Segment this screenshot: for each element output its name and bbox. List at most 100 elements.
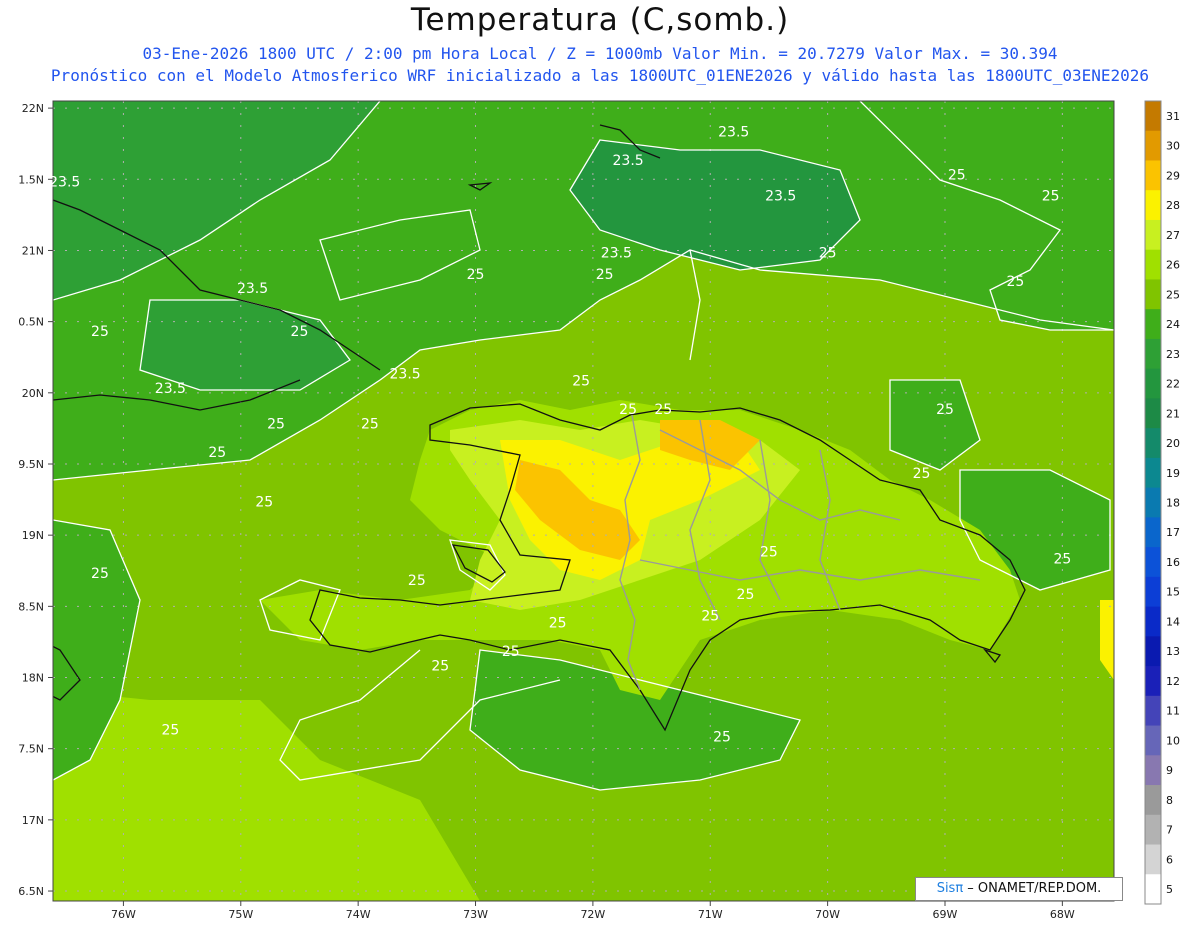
contour-label: 25 bbox=[291, 324, 309, 340]
colorbar-swatch bbox=[1145, 636, 1161, 667]
contour-label: 25 bbox=[255, 495, 273, 511]
colorbar-label: 6 bbox=[1166, 853, 1173, 866]
colorbar-swatch bbox=[1145, 249, 1161, 280]
contour-label: 25 bbox=[572, 374, 590, 390]
colorbar-swatch bbox=[1145, 487, 1161, 518]
contour-label: 23.5 bbox=[390, 367, 421, 383]
contour-label: 25 bbox=[596, 267, 614, 283]
lon-tick-label: 69W bbox=[933, 908, 958, 921]
colorbar-swatch bbox=[1145, 428, 1161, 459]
colorbar-swatch bbox=[1145, 695, 1161, 727]
contour-label: 25 bbox=[91, 324, 109, 340]
colorbar-swatch bbox=[1145, 755, 1161, 786]
contour-label: 25 bbox=[361, 416, 379, 432]
lat-tick-label: 6.5N bbox=[18, 885, 44, 898]
colorbar-label: 16 bbox=[1166, 556, 1180, 569]
colorbar-label: 29 bbox=[1166, 169, 1180, 182]
contour-label: 25 bbox=[208, 445, 226, 461]
colorbar-swatch bbox=[1145, 130, 1161, 161]
contour-label: 23.5 bbox=[601, 246, 632, 262]
colorbar-label: 9 bbox=[1166, 764, 1173, 777]
contour-label: 23.5 bbox=[718, 125, 749, 141]
colorbar-swatch bbox=[1145, 606, 1161, 637]
lat-tick-label: 7.5N bbox=[18, 743, 44, 756]
contour-label: 23.5 bbox=[765, 189, 796, 205]
contour-label: 25 bbox=[1042, 189, 1060, 205]
contour-label: 25 bbox=[701, 609, 719, 625]
lat-tick-label: 18N bbox=[22, 672, 44, 685]
colorbar-swatch bbox=[1145, 814, 1161, 846]
contour-label: 25 bbox=[91, 566, 109, 582]
credit-badge: Sisπ – ONAMET/REP.DOM. bbox=[915, 877, 1123, 901]
contour-label: 25 bbox=[267, 416, 285, 432]
colorbar-label: 10 bbox=[1166, 734, 1180, 747]
contour-label: 25 bbox=[549, 616, 567, 632]
lat-tick-label: 19N bbox=[22, 529, 44, 542]
colorbar-swatch bbox=[1145, 279, 1161, 310]
lat-tick-label: 17N bbox=[22, 814, 44, 827]
colorbar-label: 28 bbox=[1166, 199, 1180, 212]
lon-tick-label: 71W bbox=[698, 908, 723, 921]
contour-label: 25 bbox=[502, 644, 520, 660]
colorbar-label: 24 bbox=[1166, 318, 1180, 331]
lat-tick-label: 8.5N bbox=[18, 600, 44, 613]
colorbar-swatch bbox=[1145, 368, 1161, 399]
colorbar-swatch bbox=[1145, 725, 1161, 756]
lat-tick-label: 22N bbox=[22, 102, 44, 115]
lon-tick-label: 68W bbox=[1050, 908, 1075, 921]
contour-label: 25 bbox=[760, 545, 778, 561]
contour-label: 23.5 bbox=[155, 381, 186, 397]
colorbar-label: 22 bbox=[1166, 378, 1180, 391]
lon-tick-label: 73W bbox=[463, 908, 488, 921]
sispi-logo-text: Sisπ bbox=[936, 881, 964, 896]
contour-label: 25 bbox=[619, 402, 637, 418]
colorbar-swatch bbox=[1145, 844, 1161, 875]
colorbar-label: 15 bbox=[1166, 586, 1180, 599]
colorbar-label: 23 bbox=[1166, 348, 1180, 361]
colorbar-label: 30 bbox=[1166, 140, 1180, 153]
contour-label: 25 bbox=[654, 402, 672, 418]
temperature-field bbox=[53, 101, 1114, 901]
lat-tick-label: 0.5N bbox=[18, 316, 44, 329]
colorbar-swatch bbox=[1145, 219, 1161, 251]
colorbar-label: 12 bbox=[1166, 675, 1180, 688]
colorbar-label: 7 bbox=[1166, 824, 1173, 837]
lon-tick-label: 76W bbox=[111, 908, 136, 921]
contour-label: 25 bbox=[431, 658, 449, 674]
contour-label: 25 bbox=[1053, 552, 1071, 568]
colorbar-swatch bbox=[1145, 160, 1161, 191]
contour-label: 25 bbox=[819, 246, 837, 262]
lat-tick-label: 20N bbox=[22, 387, 44, 400]
colorbar-label: 14 bbox=[1166, 615, 1180, 628]
lat-tick-label: 1.5N bbox=[18, 173, 44, 186]
colorbar: 31 30 29 28 27 26 25 24 23 22 21 20 19 18 17 16 15 14 13 12… bbox=[1144, 100, 1180, 905]
colorbar-label: 25 bbox=[1166, 288, 1180, 301]
temperature-map: 22N 1.5N 21N 0.5N 20N 9.5N 19N 8.5N 18N 7.5N 17N 6.… bbox=[18, 100, 1180, 921]
colorbar-label: 11 bbox=[1166, 705, 1180, 718]
contour-label: 23.5 bbox=[613, 153, 644, 169]
lon-tick-label: 75W bbox=[228, 908, 253, 921]
credit-text: – ONAMET/REP.DOM. bbox=[963, 881, 1102, 896]
colorbar-swatch bbox=[1145, 101, 1161, 132]
contour-label: 25 bbox=[1006, 274, 1024, 290]
lon-tick-label: 74W bbox=[346, 908, 371, 921]
colorbar-label: 5 bbox=[1166, 883, 1173, 896]
lat-tick-label: 9.5N bbox=[18, 458, 44, 471]
contour-label: 25 bbox=[161, 722, 179, 738]
contour-label: 25 bbox=[913, 466, 931, 482]
colorbar-label: 17 bbox=[1166, 526, 1180, 539]
lon-tick-label: 72W bbox=[580, 908, 605, 921]
colorbar-swatch bbox=[1145, 547, 1161, 578]
contour-label: 25 bbox=[713, 730, 731, 746]
colorbar-label: 18 bbox=[1166, 497, 1180, 510]
contour-label: 25 bbox=[467, 267, 485, 283]
contour-label: 25 bbox=[948, 167, 966, 183]
colorbar-label: 21 bbox=[1166, 407, 1180, 420]
colorbar-label: 20 bbox=[1166, 437, 1180, 450]
colorbar-swatch bbox=[1145, 785, 1161, 816]
colorbar-swatch bbox=[1145, 190, 1161, 221]
lat-tick-label: 21N bbox=[22, 244, 44, 257]
colorbar-swatch bbox=[1145, 398, 1161, 429]
colorbar-label: 31 bbox=[1166, 110, 1180, 123]
colorbar-label: 27 bbox=[1166, 229, 1180, 242]
